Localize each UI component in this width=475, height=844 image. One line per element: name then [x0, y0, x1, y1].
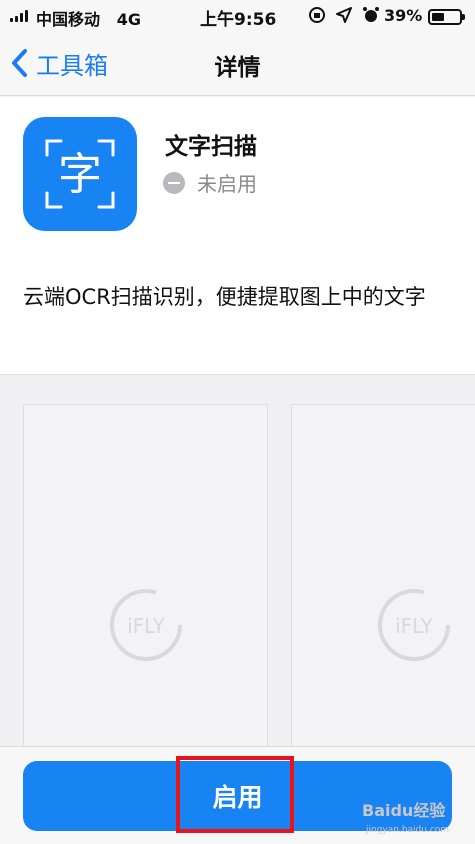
- rotation-lock-icon: [309, 7, 325, 23]
- app-status: 未启用: [163, 168, 257, 197]
- status-label: 未启用: [197, 172, 257, 196]
- app-icon: 字: [23, 117, 137, 231]
- app-name: 文字扫描: [165, 134, 257, 160]
- alarm-icon: [363, 7, 379, 22]
- app-description: 云端OCR扫描识别，便捷提取图上中的文字: [23, 285, 426, 309]
- watermark-url: jingyan.baidu.com: [366, 825, 450, 835]
- page-title: 详情: [214, 55, 261, 81]
- battery-percent: 39%: [384, 6, 423, 25]
- svg-text:iFLY: iFLY: [127, 614, 166, 638]
- screenshot-preview[interactable]: iFLY: [23, 404, 268, 746]
- signal-icon: [10, 10, 28, 22]
- battery-icon: [428, 9, 465, 25]
- ifly-logo-icon: iFLY: [110, 589, 182, 661]
- carrier-label: 中国移动 4G: [36, 10, 141, 29]
- ifly-logo-icon: iFLY: [378, 589, 450, 661]
- clock: 上午9:56: [200, 10, 277, 30]
- scan-frame-icon: 字: [45, 139, 115, 209]
- svg-text:iFLY: iFLY: [395, 614, 434, 638]
- network-label: 4G: [116, 10, 141, 29]
- watermark: Baidu经验: [362, 801, 446, 820]
- location-icon: [336, 7, 352, 23]
- app-detail-card: 字 文字扫描 未启用 云端OCR扫描识别，便捷提取图上中的文字: [0, 97, 475, 375]
- status-bar: 中国移动 4G 上午9:56 39%: [0, 0, 475, 32]
- disabled-icon: [163, 171, 185, 194]
- app-icon-glyph: 字: [58, 149, 102, 200]
- screenshot-gallery[interactable]: iFLY iFLY: [0, 376, 475, 746]
- enable-label: 启用: [212, 783, 263, 812]
- screenshot-preview[interactable]: iFLY: [291, 404, 475, 746]
- navigation-bar: 工具箱 详情: [0, 32, 475, 96]
- bottom-action-bar: 启用 Baidu经验 jingyan.baidu.com: [0, 746, 475, 844]
